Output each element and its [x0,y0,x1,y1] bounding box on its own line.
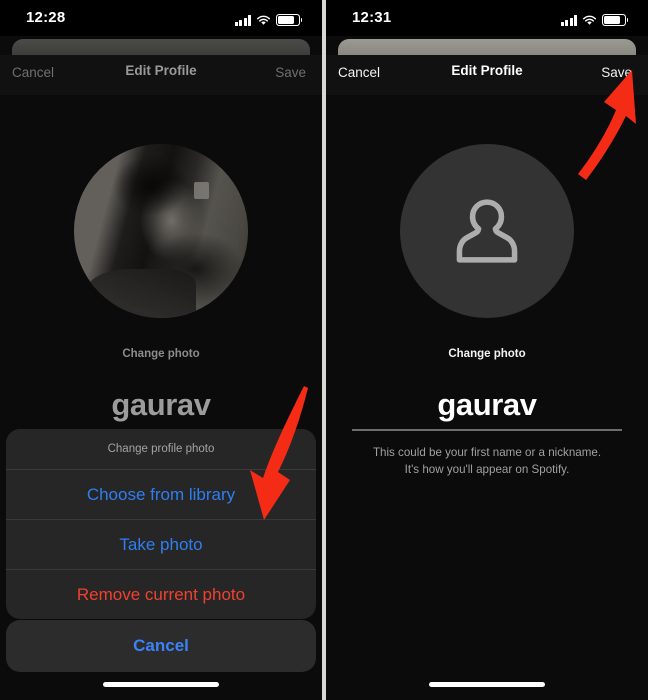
action-sheet-title: Change profile photo [107,443,215,455]
change-photo-label[interactable]: Change photo [0,348,322,360]
default-person-avatar-icon [456,199,518,263]
wifi-icon [582,15,597,26]
action-remove-current-photo[interactable]: Remove current photo [6,569,316,619]
helper-line-1: This could be your first name or a nickn… [372,446,602,459]
battery-icon [602,14,629,26]
page-title: Edit Profile [125,63,197,78]
dim-overlay [74,144,248,318]
status-bar: 12:28 [0,0,322,36]
user-profile-photo [74,144,248,318]
helper-line-2: It's how you'll appear on Spotify. [404,463,570,476]
home-indicator [103,682,219,687]
action-sheet-cancel-button[interactable]: Cancel [6,620,316,672]
nav-bar: Cancel Edit Profile Save [326,55,648,95]
status-bar: 12:31 [326,0,648,36]
status-bar-icons [234,11,303,26]
save-button[interactable]: Save [275,65,306,80]
change-photo-label[interactable]: Change photo [326,348,648,360]
battery-icon [276,14,303,26]
status-bar-clock: 12:28 [26,9,66,26]
action-sheet: Change profile photo Choose from library… [6,429,316,619]
cellular-bars-icon [234,15,251,26]
name-helper-text: This could be your first name or a nickn… [348,444,626,478]
name-input-underline [352,429,622,431]
status-bar-icons [560,11,629,26]
action-take-photo[interactable]: Take photo [6,519,316,569]
home-indicator [429,682,545,687]
name-input[interactable]: gaurav [0,387,322,423]
screenshot-root: 12:28 Cancel Edit Profile Save Change ph… [0,0,648,700]
phone-screen-right: 12:31 Cancel Edit Profile Save Change ph… [326,0,648,700]
wifi-icon [256,15,271,26]
phone-screen-left: 12:28 Cancel Edit Profile Save Change ph… [0,0,322,700]
action-choose-from-library[interactable]: Choose from library [6,469,316,519]
status-bar-clock: 12:31 [352,9,392,26]
save-button[interactable]: Save [601,65,632,80]
avatar[interactable] [74,144,248,318]
name-input[interactable]: gaurav [326,387,648,423]
page-title: Edit Profile [451,63,523,78]
avatar[interactable] [400,144,574,318]
cellular-bars-icon [560,15,577,26]
nav-bar: Cancel Edit Profile Save [0,55,322,95]
